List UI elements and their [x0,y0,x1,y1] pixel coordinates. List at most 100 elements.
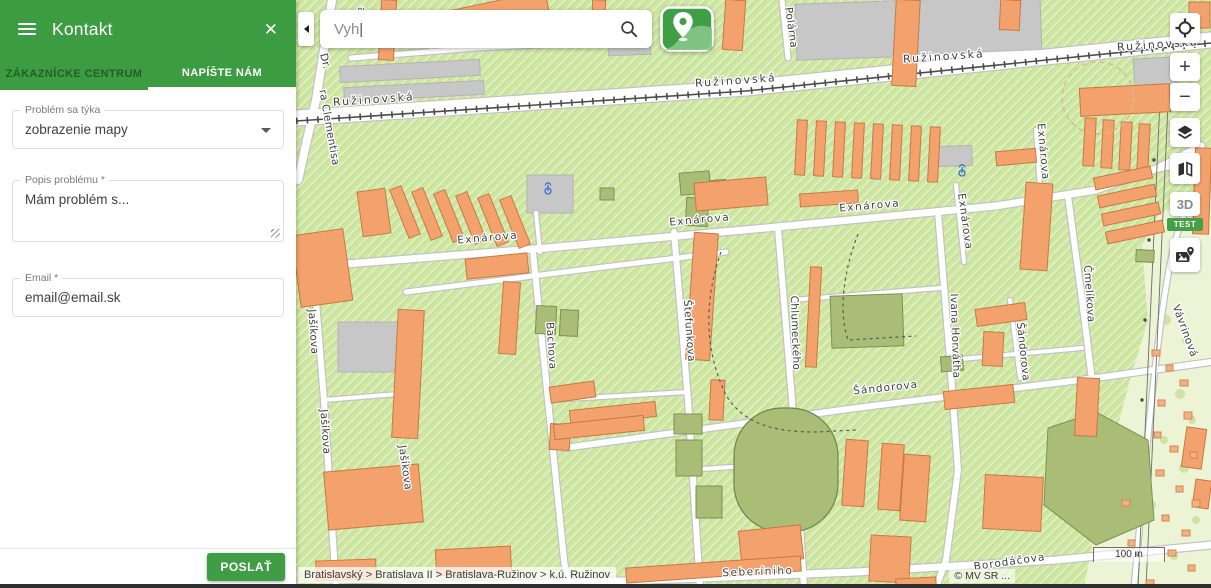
street-label: Seberíniho [722,565,794,579]
map-building [722,0,745,51]
map-building [878,443,905,510]
description-textarea[interactable]: Popis problému * Mám problém s... [12,180,284,242]
power-pole [1147,238,1150,241]
cottage [1180,380,1188,386]
map-building [983,475,1044,532]
contact-panel: Kontakt ✕ ZÁKAZNÍCKE CENTRUM NAPÍŠTE NÁM… [0,0,296,588]
panel-title: Kontakt [52,19,113,40]
close-icon[interactable]: ✕ [264,21,278,38]
search-input[interactable]: Vyh| [320,10,652,48]
search-query-text: Vyh| [334,21,620,38]
cottage [1152,350,1160,356]
compare-maps-icon [1175,159,1195,179]
topic-select[interactable]: Problém sa týka zobrazenie mapy [12,110,284,149]
locate-icon [1174,17,1196,39]
email-label: Email * [21,272,62,284]
paved-area [338,322,400,372]
street-photos-icon [1174,244,1196,266]
cottage [1162,515,1169,521]
cottage [1128,540,1135,546]
compare-maps-button[interactable] [1170,153,1200,184]
map-building-green [674,414,702,434]
menu-icon[interactable] [18,20,36,38]
map-building-green [830,294,904,348]
text-caret: | [359,21,363,38]
map-building [1020,182,1053,271]
map-building [709,380,725,421]
cottage [1122,500,1130,506]
paved-area [938,145,973,166]
map-building [296,229,353,308]
map-building [1137,124,1150,173]
zoom-in-button[interactable]: + [1170,53,1200,81]
locate-me-button[interactable] [1170,13,1200,43]
map-building-green [559,310,578,337]
cottage [1154,432,1161,438]
search-icon[interactable] [620,20,638,38]
tree [1175,389,1185,399]
map-building [999,0,1021,31]
map-building [1074,377,1099,436]
form-footer: POSLAŤ [0,548,296,584]
map-canvas[interactable]: RužinovskáRužinovskáRužinovskáRužinovská… [296,0,1211,588]
email-field[interactable]: Email * email@email.sk [12,278,284,317]
cottage [1190,452,1197,458]
3d-view-button[interactable]: 3D [1170,192,1200,216]
topic-value: zobrazenie mapy [25,122,271,137]
cottage [1170,446,1178,452]
map-building [357,188,391,236]
map-building [1079,84,1170,117]
cottage [1158,400,1165,406]
test-badge: TEST [1167,218,1203,231]
search-collapse-button[interactable] [298,12,314,46]
zoom-out-button[interactable]: − [1170,83,1200,111]
map-building [982,331,1004,366]
power-pole [1140,398,1143,401]
breadcrumb[interactable]: Bratislavský > Bratislava II > Bratislav… [298,567,616,583]
description-value: Mám problém s... [25,192,271,207]
send-button[interactable]: POSLAŤ [207,553,285,581]
map-building [869,535,911,583]
map-render: RužinovskáRužinovskáRužinovskáRužinovská… [296,0,1211,588]
map-building-green [696,486,722,518]
cottage [1176,486,1183,492]
layers-button[interactable] [1170,118,1200,147]
stadium-oval [734,408,838,532]
map-building-green [1136,250,1155,263]
layers-icon [1175,123,1195,143]
scale-bar: 100 m [1093,547,1165,562]
map-building [900,454,931,522]
panel-tabs: ZÁKAZNÍCKE CENTRUM NAPÍŠTE NÁM [0,58,296,90]
map-building-green [676,440,702,476]
tab-write-us[interactable]: NAPÍŠTE NÁM [148,58,296,90]
resize-handle-icon[interactable] [271,229,280,238]
tree [1192,516,1200,524]
cottage [1192,500,1200,507]
cottage [1156,470,1164,476]
collapse-arrow-icon [304,25,309,33]
map-building-green [600,188,614,200]
topic-label: Problém sa týka [21,104,104,116]
chevron-down-icon[interactable] [261,128,271,133]
cottage [1182,530,1190,536]
app-logo-button[interactable] [660,6,714,52]
map-building [1119,122,1132,171]
cottage [1168,550,1176,556]
contact-form: Problém sa týka zobrazenie mapy Popis pr… [0,90,296,317]
map-building [842,439,869,506]
tab-customer-center[interactable]: ZÁKAZNÍCKE CENTRUM [0,58,148,90]
map-building [892,0,920,87]
map-building [1101,120,1114,169]
power-pole [1152,158,1155,161]
cottage [1188,565,1195,571]
map-attribution[interactable]: © MV SR ... [949,569,1015,583]
panel-header: Kontakt ✕ [0,0,296,58]
map-building [1083,118,1096,167]
email-value: email@email.sk [25,290,271,305]
cottage [1166,365,1173,371]
map-building [694,177,768,211]
bottom-edge-bar [0,584,1211,588]
map-building [995,148,1036,165]
street-photos-button[interactable] [1170,238,1200,272]
power-pole [1143,318,1146,321]
